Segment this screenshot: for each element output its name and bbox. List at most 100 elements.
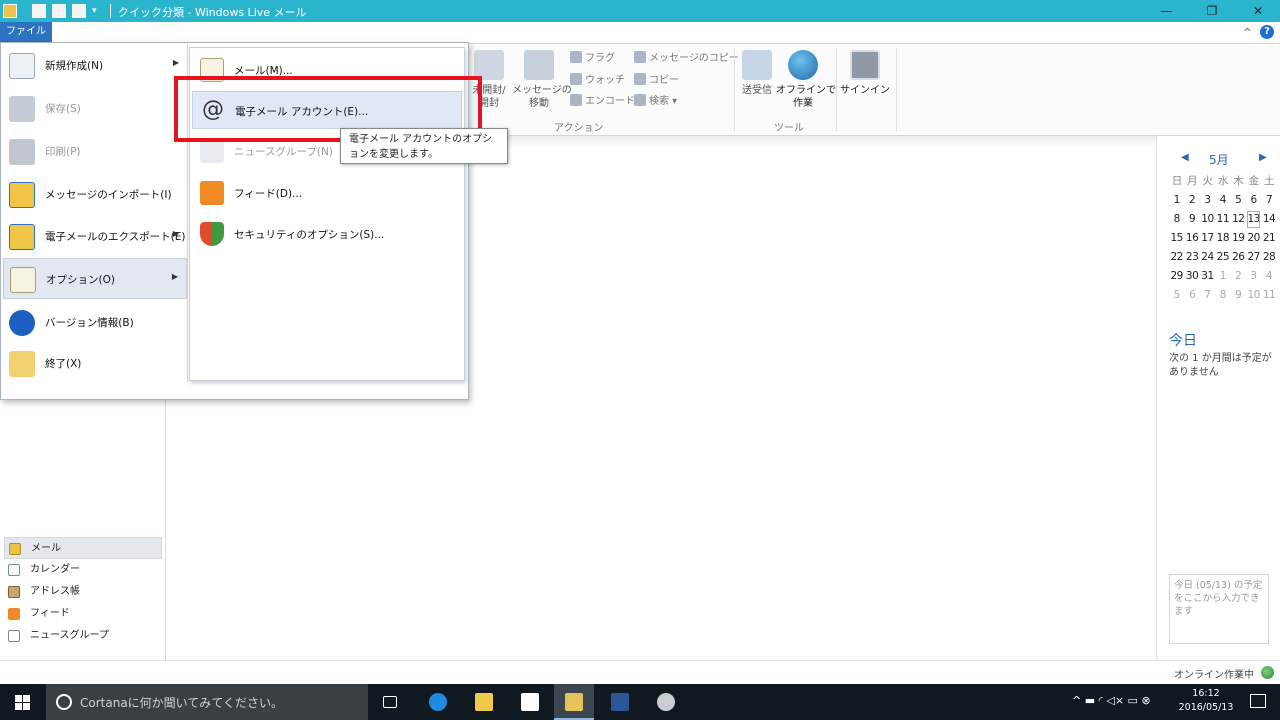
menu-item-export-email[interactable]: 電子メールのエクスポート(E) ▶	[3, 216, 187, 257]
maximize-button[interactable]: ❐	[1192, 0, 1232, 22]
calendar-day[interactable]: 24	[1200, 248, 1215, 267]
submenu-arrow-icon: ▶	[172, 229, 179, 238]
copy-message-button[interactable]: メッセージのコピー	[634, 50, 739, 68]
calendar-day[interactable]: 28	[1261, 248, 1276, 267]
calendar-day[interactable]: 11	[1261, 286, 1276, 305]
calendar-day[interactable]: 6	[1184, 286, 1199, 305]
task-view-button[interactable]	[370, 684, 410, 720]
file-tab[interactable]: ファイル	[0, 22, 52, 42]
work-offline-button[interactable]: オフラインで 作業	[776, 50, 836, 110]
submenu-item-feeds[interactable]: フィード(D)...	[192, 174, 462, 212]
flag-button[interactable]: フラグ	[570, 50, 615, 68]
weekday-label: 金	[1248, 175, 1260, 187]
edge-button[interactable]	[418, 684, 458, 720]
calendar-day[interactable]: 10	[1200, 210, 1215, 229]
quick-add-event-input[interactable]: 今日 (05/13) の予定をここから入力できます	[1169, 574, 1269, 644]
close-button[interactable]: ✕	[1238, 0, 1278, 22]
paint-button[interactable]	[646, 684, 686, 720]
nav-item-calendar[interactable]: カレンダー	[0, 559, 166, 581]
clock-date: 2016/05/13	[1178, 702, 1234, 713]
calendar-day[interactable]: 22	[1169, 248, 1184, 267]
calendar-day[interactable]: 4	[1261, 267, 1276, 286]
reply-quick-icon[interactable]	[52, 4, 66, 18]
calendar-day[interactable]: 26	[1231, 248, 1246, 267]
copy-button[interactable]: コピー	[634, 72, 679, 90]
calendar-day[interactable]: 1	[1215, 267, 1230, 286]
submenu-item-security-options[interactable]: セキュリティのオプション(S)...	[192, 215, 462, 253]
calendar-day[interactable]: 3	[1200, 191, 1215, 210]
calendar-day[interactable]: 1	[1169, 191, 1184, 210]
calendar-day[interactable]: 6	[1246, 191, 1261, 210]
calendar-day[interactable]: 7	[1261, 191, 1276, 210]
taskbar-clock[interactable]: 16:12 2016/05/13	[1176, 687, 1236, 715]
menu-item-options[interactable]: オプション(O) ▶	[3, 258, 187, 299]
start-button[interactable]	[0, 684, 46, 720]
calendar-day[interactable]: 8	[1215, 286, 1230, 305]
app-icon[interactable]	[3, 4, 17, 18]
calendar-day[interactable]: 17	[1200, 229, 1215, 248]
store-button[interactable]	[510, 684, 550, 720]
calendar-day[interactable]: 27	[1246, 248, 1261, 267]
calendar-day[interactable]: 21	[1261, 229, 1276, 248]
prev-month-button[interactable]: ◀	[1181, 152, 1189, 163]
nav-item-newsgroups[interactable]: ニュースグループ	[0, 625, 166, 647]
calendar-day[interactable]: 3	[1246, 267, 1261, 286]
today-schedule-text: 次の 1 か月間は予定がありません	[1169, 353, 1272, 378]
new-mail-quick-icon[interactable]	[32, 4, 46, 18]
customize-quick-access-icon[interactable]: ▾	[92, 4, 102, 18]
calendar-day[interactable]: 2	[1184, 191, 1199, 210]
action-center-icon[interactable]	[1250, 694, 1266, 708]
calendar-day[interactable]: 30	[1184, 267, 1199, 286]
calendar-day[interactable]: 20	[1246, 229, 1261, 248]
next-month-button[interactable]: ▶	[1259, 152, 1267, 163]
calendar-day[interactable]: 25	[1215, 248, 1230, 267]
nav-item-address-book[interactable]: アドレス帳	[0, 581, 166, 603]
sign-in-button[interactable]: サインイン	[838, 50, 892, 97]
calendar-day[interactable]: 8	[1169, 210, 1184, 229]
menu-item-import-messages[interactable]: メッセージのインポート(I)	[3, 174, 187, 215]
calendar-day[interactable]: 5	[1231, 191, 1246, 210]
submenu-arrow-icon: ▶	[171, 272, 178, 281]
menu-item-exit[interactable]: 終了(X)	[3, 343, 187, 384]
nav-item-feeds[interactable]: フィード	[0, 603, 166, 625]
menu-item-new[interactable]: 新規作成(N) ▶	[3, 45, 187, 86]
move-message-button[interactable]: メッセージの 移動	[512, 50, 572, 110]
calendar-day[interactable]: 4	[1215, 191, 1230, 210]
watch-button[interactable]: ウォッチ	[570, 72, 625, 90]
menu-item-about[interactable]: バージョン情報(B)	[3, 302, 187, 343]
word-button[interactable]	[600, 684, 640, 720]
calendar-day[interactable]: 23	[1184, 248, 1199, 267]
calendar-day[interactable]: 9	[1231, 286, 1246, 305]
calendar-day[interactable]: 31	[1200, 267, 1215, 286]
help-icon[interactable]: ?	[1260, 25, 1274, 39]
calendar-day-today[interactable]: 13	[1246, 210, 1261, 229]
send-receive-quick-icon[interactable]	[72, 4, 86, 18]
windows-live-mail-button[interactable]	[554, 684, 594, 720]
calendar-day[interactable]: 16	[1184, 229, 1199, 248]
explorer-button[interactable]	[464, 684, 504, 720]
collapse-ribbon-icon[interactable]: ^	[1243, 26, 1252, 39]
calendar-day[interactable]: 19	[1231, 229, 1246, 248]
calendar-day[interactable]: 7	[1200, 286, 1215, 305]
minimize-button[interactable]: —	[1146, 0, 1186, 22]
menu-item-print[interactable]: 印刷(P)	[3, 131, 187, 172]
calendar-day[interactable]: 18	[1215, 229, 1230, 248]
calendar-day[interactable]: 15	[1169, 229, 1184, 248]
calendar-day[interactable]: 12	[1231, 210, 1246, 229]
actions-group-label: アクション	[554, 123, 604, 134]
search-button[interactable]: 検索 ▾	[634, 93, 677, 111]
calendar-day[interactable]: 2	[1231, 267, 1246, 286]
cortana-search-box[interactable]: Cortanaに何か聞いてみてください。	[46, 684, 368, 720]
encode-button[interactable]: エンコード	[570, 93, 635, 111]
system-tray-icons[interactable]: ^ ▬ ◜ ◁× ▭ ⊗	[1072, 694, 1151, 707]
calendar-day[interactable]: 5	[1169, 286, 1184, 305]
flag-icon	[570, 51, 582, 63]
calendar-day[interactable]: 11	[1215, 210, 1230, 229]
menu-item-save[interactable]: 保存(S)	[3, 88, 187, 129]
status-bar: オンライン作業中	[0, 660, 1280, 684]
nav-item-mail[interactable]: メール	[4, 537, 162, 559]
calendar-day[interactable]: 9	[1184, 210, 1199, 229]
calendar-day[interactable]: 14	[1261, 210, 1276, 229]
calendar-day[interactable]: 29	[1169, 267, 1184, 286]
calendar-day[interactable]: 10	[1246, 286, 1261, 305]
